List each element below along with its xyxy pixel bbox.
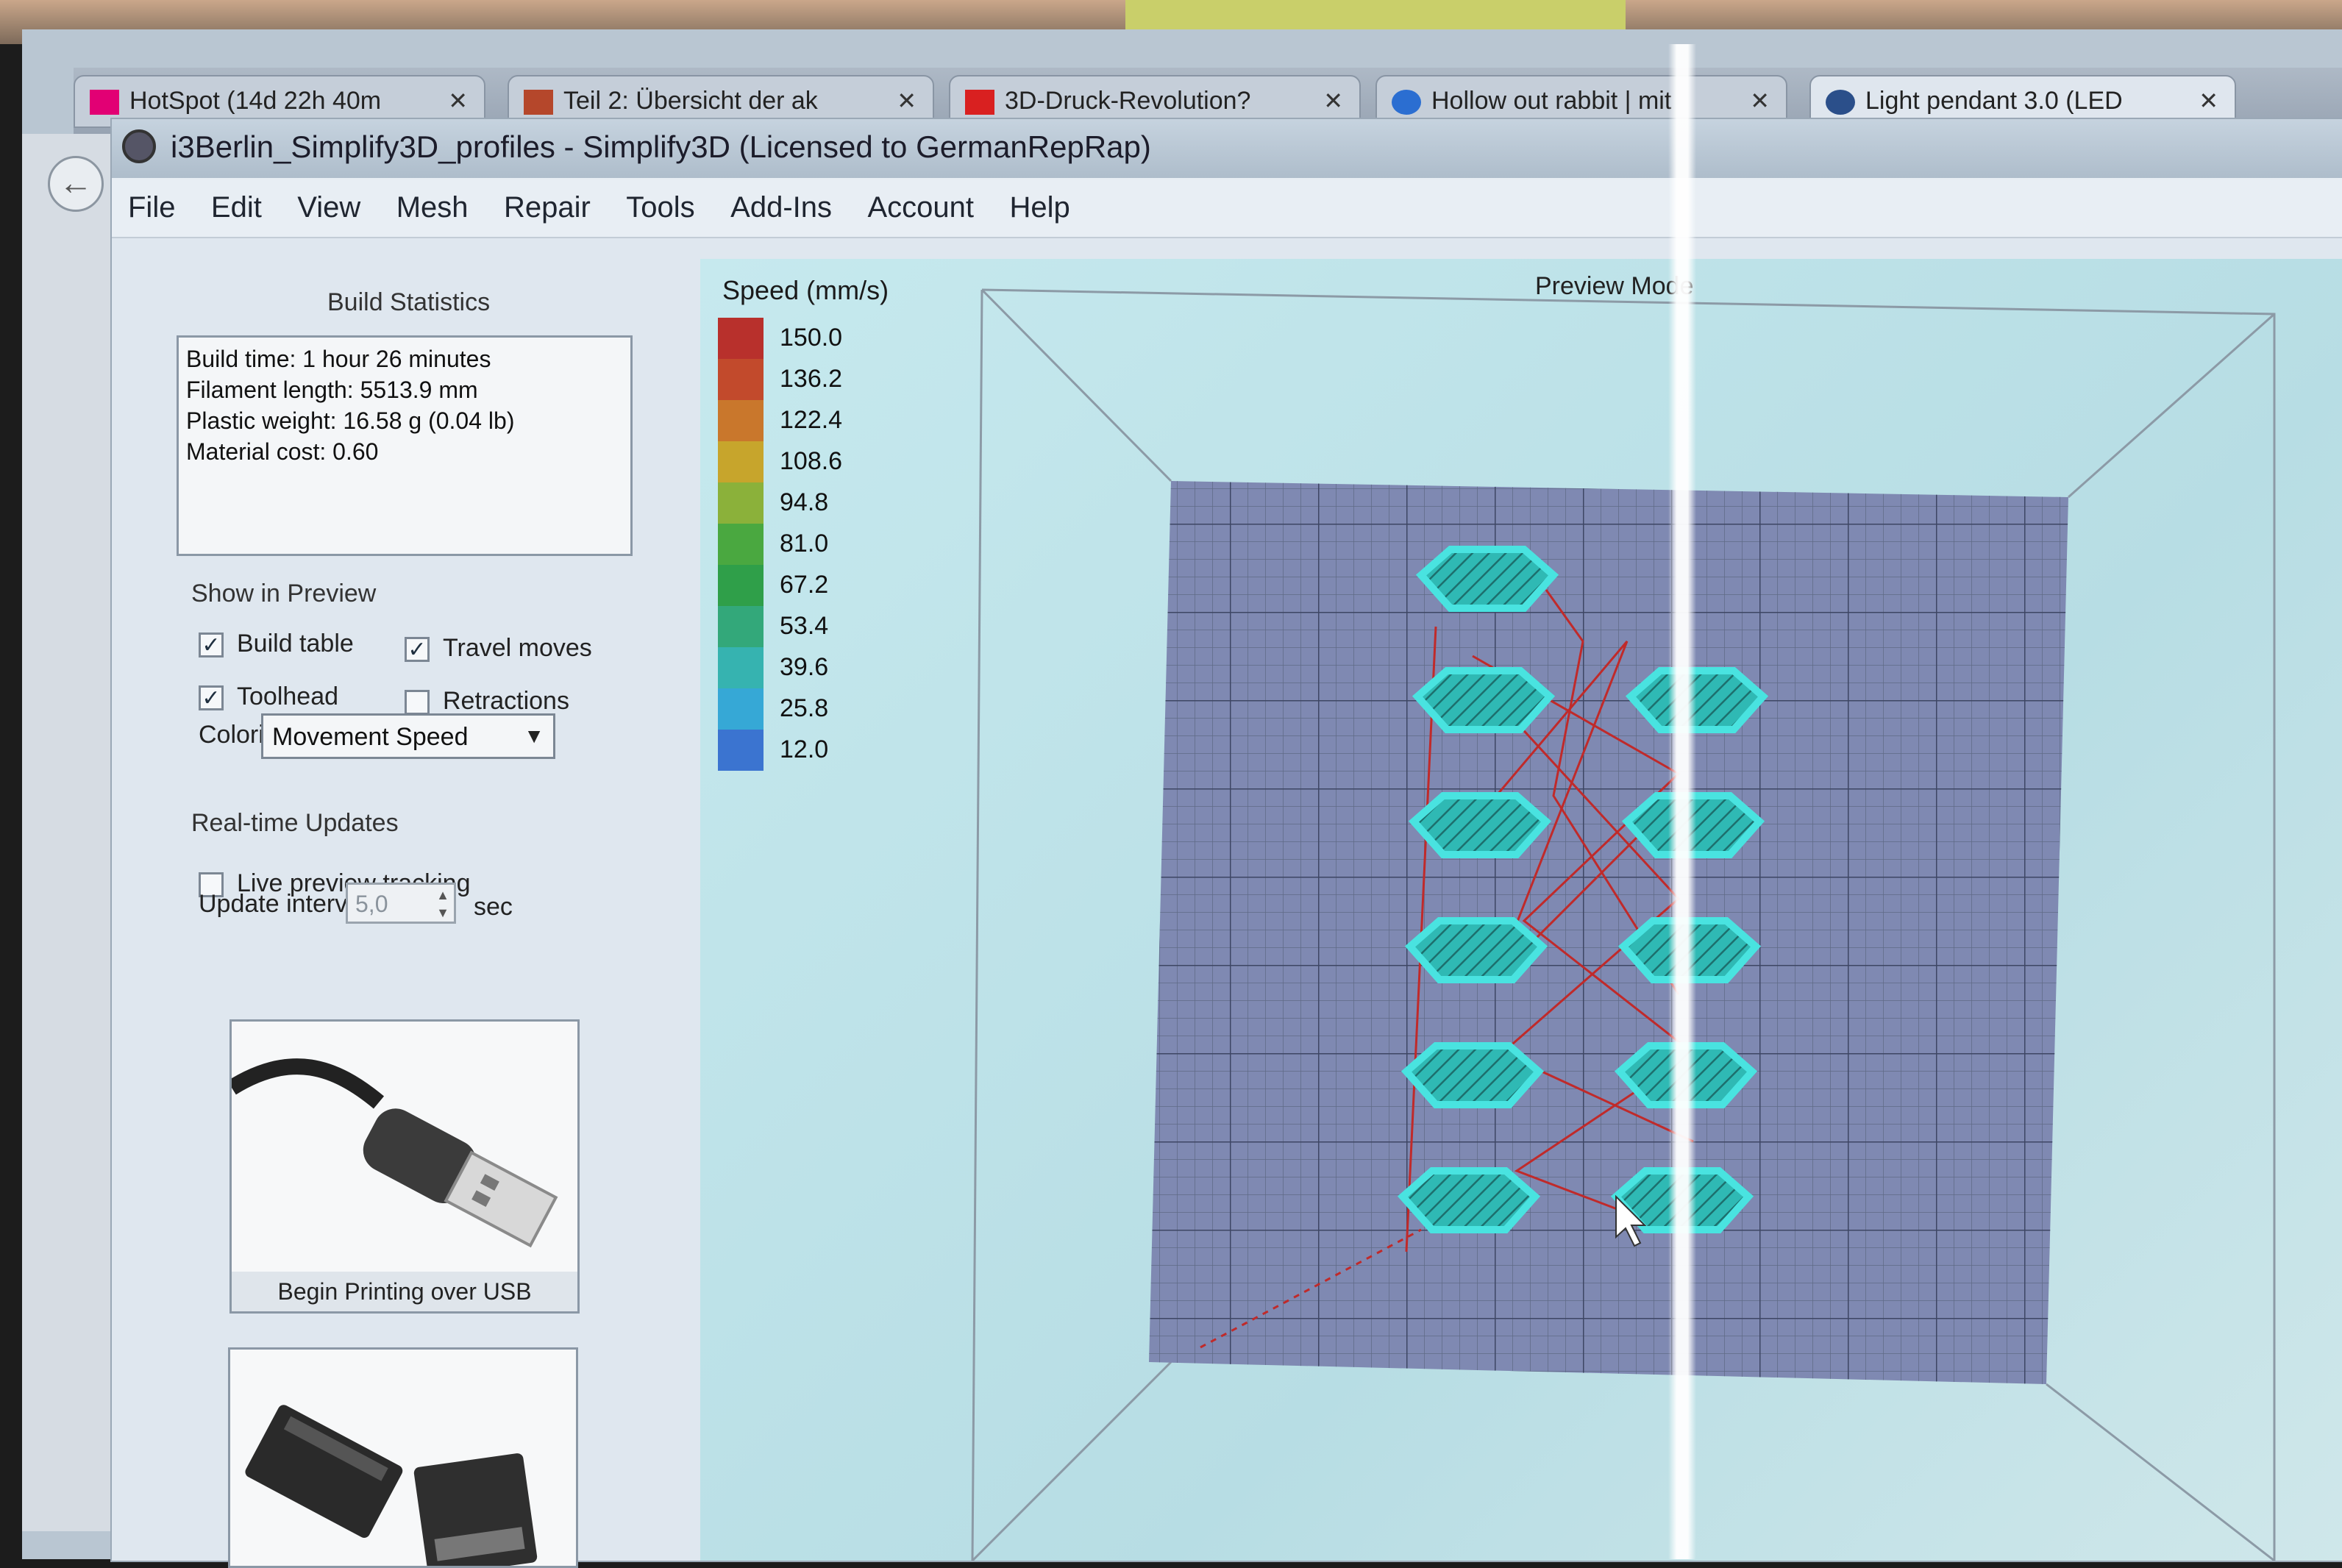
browser-side-strip: ← [22, 134, 110, 1531]
legend-value: 67.2 [780, 571, 829, 599]
browser-tab-label: Teil 2: Übersicht der ak [563, 87, 818, 115]
legend-swatch [718, 482, 764, 524]
close-icon[interactable]: ✕ [897, 87, 916, 115]
checkbox-icon[interactable]: ✓ [199, 685, 224, 711]
coloring-value: Movement Speed [272, 723, 469, 751]
spinner-arrows-icon[interactable]: ▲ ▼ [436, 886, 449, 922]
preview-area[interactable]: Speed (mm/s) 150.0 136.2 122.4 108.6 94.8 81.… [700, 259, 2342, 1561]
part-hexagon [1625, 667, 1769, 733]
close-icon[interactable]: ✕ [2199, 87, 2218, 115]
sd-card-button[interactable] [228, 1347, 578, 1568]
coloring-dropdown[interactable]: Movement Speed ▼ [261, 713, 555, 759]
legend-value: 12.0 [780, 735, 829, 763]
menu-edit[interactable]: Edit [195, 178, 278, 224]
menu-tools[interactable]: Tools [610, 178, 711, 224]
menu-repair[interactable]: Repair [488, 178, 607, 224]
material-cost: Material cost: 0.60 [186, 438, 379, 465]
globe-icon [1826, 90, 1855, 115]
part-hexagon [1404, 917, 1548, 983]
menu-account[interactable]: Account [851, 178, 990, 224]
retractions-label: Retractions [443, 687, 569, 715]
begin-printing-usb-label: Begin Printing over USB [232, 1272, 577, 1311]
legend-value: 39.6 [780, 653, 829, 681]
close-icon[interactable]: ✕ [448, 87, 468, 115]
build-scene[interactable] [700, 259, 2342, 1561]
legend-swatch [718, 565, 764, 606]
youtube-icon [965, 90, 994, 115]
legend-value: 81.0 [780, 530, 829, 557]
build-table-label: Build table [237, 630, 354, 658]
side-panel: Build Statistics Build time: 1 hour 26 m… [147, 259, 662, 1568]
telekom-icon [90, 90, 119, 115]
window-title: i3Berlin_Simplify3D_profiles - Simplify3… [171, 129, 1151, 164]
legend-swatch [718, 606, 764, 647]
legend-value: 122.4 [780, 406, 843, 434]
checkbox-icon[interactable]: ✓ [405, 637, 430, 663]
globe-icon [1392, 90, 1421, 115]
plastic-weight: Plastic weight: 16.58 g (0.04 lb) [186, 407, 515, 434]
retractions-checkbox[interactable]: Retractions [405, 687, 569, 716]
chevron-down-icon[interactable]: ▼ [524, 724, 544, 748]
build-statistics-box: Build time: 1 hour 26 minutes Filament l… [177, 335, 633, 556]
build-time: Build time: 1 hour 26 minutes [186, 346, 491, 372]
menu-file[interactable]: File [112, 178, 191, 224]
browser-tab-label: Light pendant 3.0 (LED [1865, 87, 2123, 115]
part-hexagon [1400, 1042, 1545, 1108]
part-hexagon [1408, 792, 1552, 858]
browser-tab-label: HotSpot (14d 22h 40m [129, 87, 382, 115]
build-statistics-title: Build Statistics [327, 288, 491, 316]
realtime-updates-title: Real-time Updates [191, 809, 399, 837]
browser-tab-label: 3D-Druck-Revolution? [1005, 87, 1251, 115]
menu-mesh[interactable]: Mesh [380, 178, 485, 224]
close-icon[interactable]: ✕ [1323, 87, 1343, 115]
toolhead-label: Toolhead [237, 683, 339, 710]
part-hexagon [1415, 546, 1559, 612]
legend-swatch [718, 688, 764, 730]
update-interval-unit: sec [474, 893, 513, 921]
legend-swatch [718, 730, 764, 771]
begin-printing-usb-button[interactable]: Begin Printing over USB [229, 1019, 580, 1314]
travel-moves-checkbox[interactable]: ✓ Travel moves [405, 634, 592, 663]
filament-length: Filament length: 5513.9 mm [186, 377, 478, 403]
update-interval-input[interactable]: 5,0 ▲ ▼ [346, 883, 456, 924]
part-hexagon [1412, 667, 1556, 733]
simplify3d-window: i3Berlin_Simplify3D_profiles - Simplify3… [110, 118, 2342, 1568]
legend-swatch [718, 647, 764, 688]
menu-view[interactable]: View [281, 178, 377, 224]
usb-cable-icon [232, 1058, 558, 1248]
speed-legend-title: Speed (mm/s) [722, 275, 889, 305]
legend-swatch [718, 318, 764, 359]
legend-value: 150.0 [780, 324, 843, 352]
legend-value: 108.6 [780, 447, 843, 475]
build-table-checkbox[interactable]: ✓ Build table [199, 630, 354, 658]
legend-value: 136.2 [780, 365, 843, 393]
legend-swatch [718, 359, 764, 400]
legend-value: 53.4 [780, 612, 829, 640]
app-icon [122, 129, 156, 163]
browser-tab-label: Hollow out rabbit | mit [1431, 87, 1672, 115]
checkbox-icon[interactable] [405, 690, 430, 716]
update-interval-value: 5,0 [355, 891, 388, 917]
legend-value: 94.8 [780, 488, 829, 516]
show-in-preview-title: Show in Preview [191, 580, 377, 607]
update-interval-label: Update interval [199, 890, 367, 918]
toolhead-checkbox[interactable]: ✓ Toolhead [199, 683, 338, 711]
screen-glare [1668, 44, 1696, 1559]
legend-swatch [718, 400, 764, 441]
legend-swatch [718, 524, 764, 565]
legend-value: 25.8 [780, 694, 829, 722]
menu-bar: File Edit View Mesh Repair Tools Add-Ins… [112, 178, 2342, 238]
checkbox-icon[interactable]: ✓ [199, 632, 224, 658]
travel-moves-label: Travel moves [443, 634, 592, 662]
legend-swatch [718, 441, 764, 482]
menu-add-ins[interactable]: Add-Ins [714, 178, 848, 224]
part-hexagon [1397, 1167, 1541, 1233]
window-titlebar[interactable]: i3Berlin_Simplify3D_profiles - Simplify3… [112, 119, 2342, 178]
sd-card-icon [245, 1405, 538, 1566]
close-icon[interactable]: ✕ [1750, 87, 1770, 115]
back-arrow-icon[interactable]: ← [48, 156, 104, 212]
menu-help[interactable]: Help [993, 178, 1086, 224]
3d-icon [524, 90, 553, 115]
